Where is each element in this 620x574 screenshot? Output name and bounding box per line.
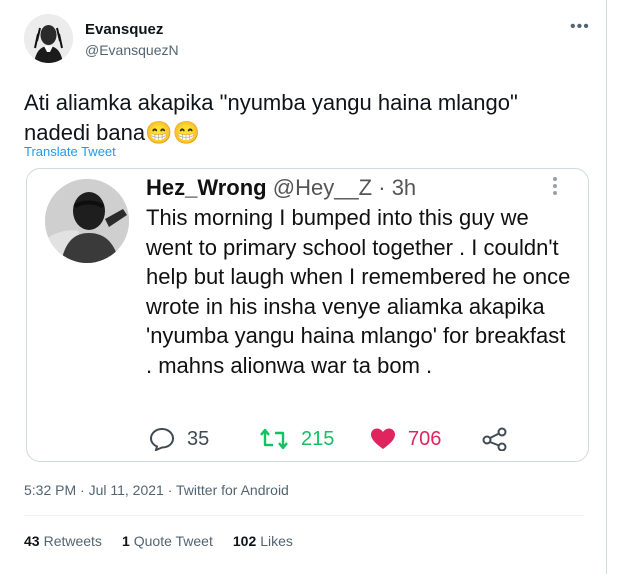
quoted-age: 3h [391,175,417,200]
quoted-tweet[interactable]: Hez_Wrong @Hey__Z · 3h This morning I bu… [26,168,589,462]
quote-tweets-stat[interactable]: 1 Quote Tweet [122,533,213,549]
like-button[interactable]: 706 [370,427,441,451]
heart-icon [371,428,395,449]
card-border [606,0,607,574]
author-display-name[interactable]: Evansquez [85,21,163,38]
quoted-author-handle[interactable]: @Hey__Z [273,175,372,200]
likes-stat[interactable]: 102 Likes [233,533,293,549]
author-avatar[interactable] [24,14,73,63]
share-button[interactable] [482,427,508,451]
quoted-action-bar: 35 215 706 [27,427,590,463]
retweets-stat[interactable]: 43 Retweets [24,533,102,549]
quoted-header: Hez_Wrong @Hey__Z · 3h [146,175,416,201]
tweet-timestamp[interactable]: 5:32 PM · Jul 11, 2021 · Twitter for And… [24,482,289,498]
retweet-icon [260,428,288,450]
quotes-label: Quote Tweet [133,533,213,549]
retweets-count: 43 [24,533,40,549]
like-count: 706 [408,427,442,450]
reply-count: 35 [187,427,210,450]
more-horizontal-icon[interactable]: ••• [570,18,590,36]
quoted-author-name[interactable]: Hez_Wrong [146,175,267,200]
more-vertical-icon[interactable] [553,177,559,198]
retweets-label: Retweets [43,533,102,549]
divider [24,515,584,516]
tweet-text: Ati aliamka akapika "nyumba yangu haina … [24,90,518,145]
reply-button[interactable]: 35 [149,427,209,451]
quoted-text: This morning I bumped into this guy we w… [146,205,571,378]
quoted-separator: · [378,175,386,200]
tweet-card: Evansquez @EvansquezN ••• Ati aliamka ak… [0,0,620,574]
reply-icon [149,427,175,451]
quotes-count: 1 [121,533,130,549]
retweet-button[interactable]: 215 [259,427,334,451]
quoted-author-avatar[interactable] [45,179,129,263]
retweet-count: 215 [301,427,335,450]
author-handle[interactable]: @EvansquezN [85,42,179,58]
likes-label: Likes [260,533,293,549]
translate-tweet-link[interactable]: Translate Tweet [24,144,116,159]
share-icon [482,427,507,451]
likes-count: 102 [232,533,257,549]
engagement-stats: 43 Retweets 1 Quote Tweet 102 Likes [24,533,313,549]
